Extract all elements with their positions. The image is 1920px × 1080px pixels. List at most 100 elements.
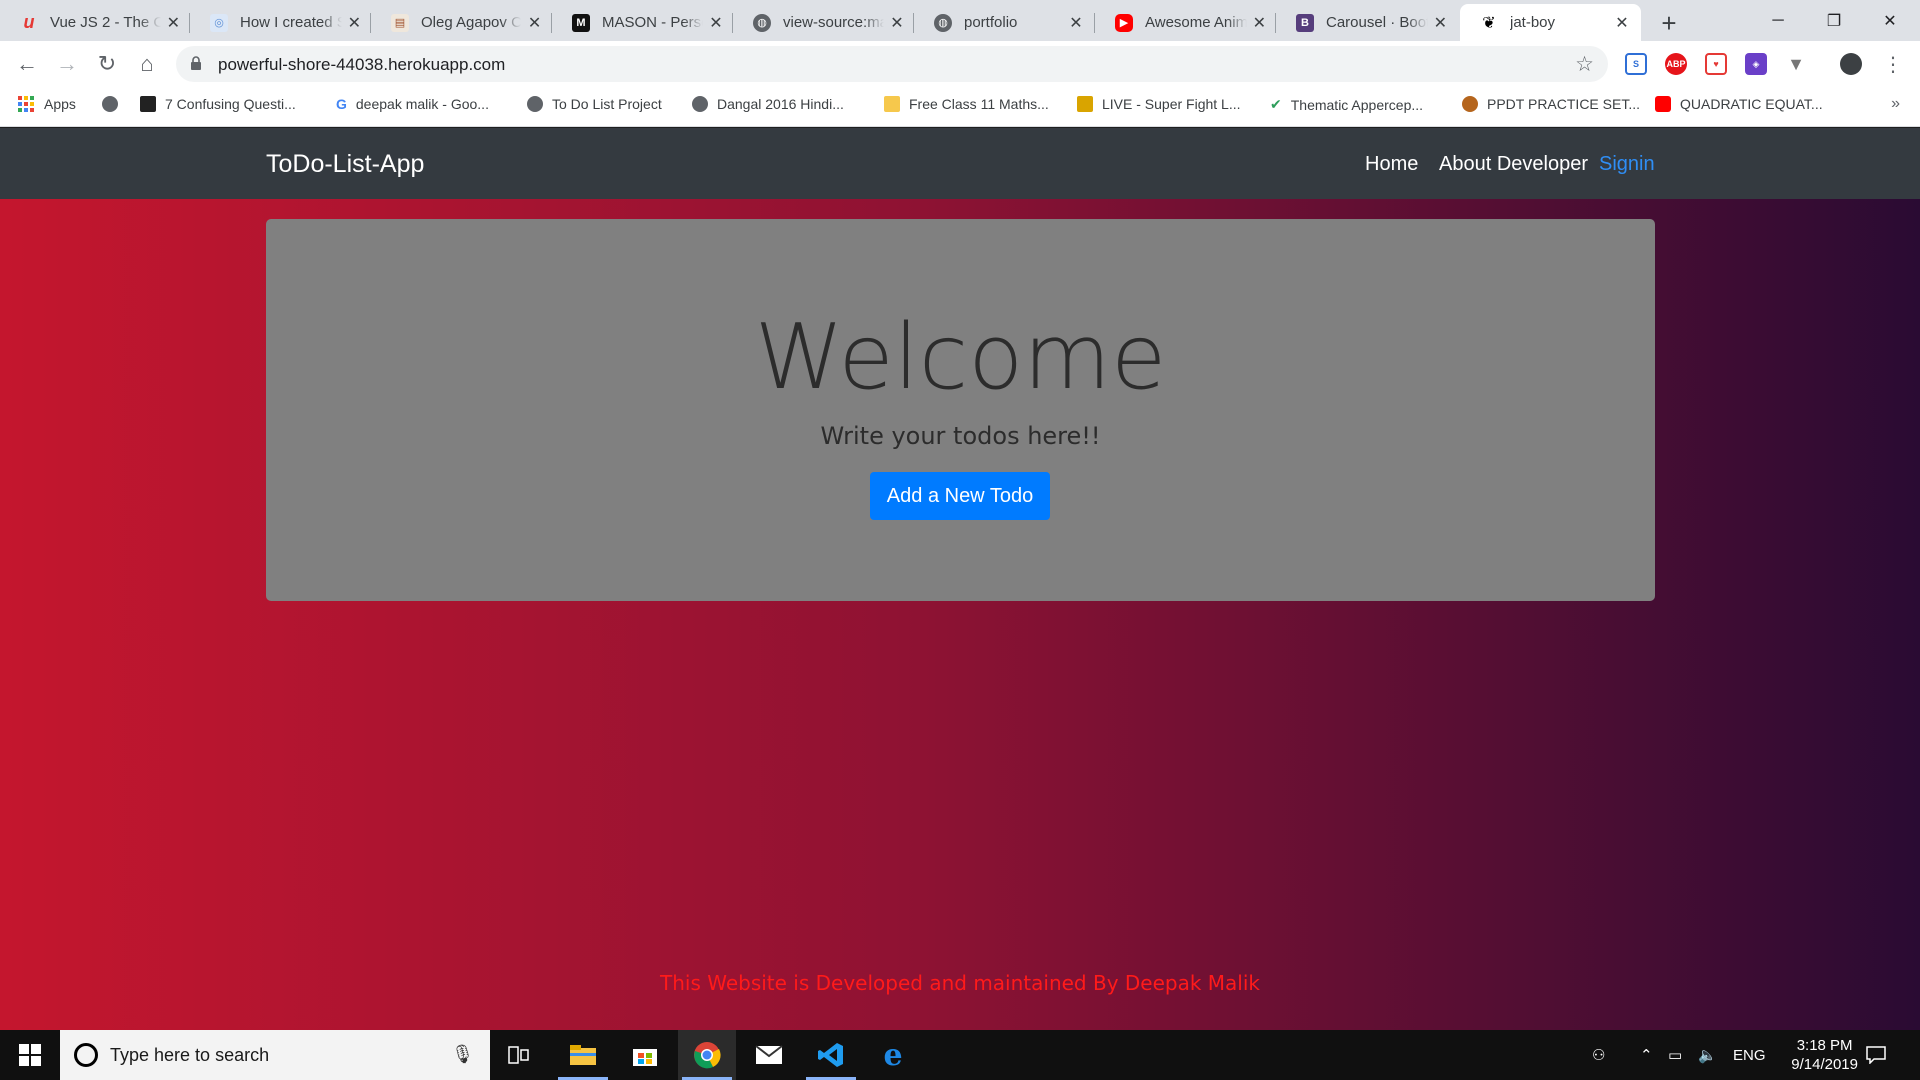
bookmark-label: Apps (44, 96, 76, 112)
new-tab-icon[interactable]: + (1654, 8, 1684, 39)
browser-tab[interactable]: M MASON - Personal ✕ (552, 4, 733, 41)
site-navbar: ToDo-List-App Home About Developer Signi… (0, 128, 1920, 199)
close-icon[interactable]: ✕ (167, 13, 180, 33)
browser-toolbar: ← → ↻ ⌂ powerful-shore-44038.herokuapp.c… (0, 41, 1920, 87)
tray-chevron-icon[interactable]: ⌃ (1640, 1030, 1653, 1080)
tab-title: Carousel · Bootstrap (1326, 14, 1428, 31)
tab-strip: u Vue JS 2 - The Complete Guide ✕ ◎ How … (0, 0, 1920, 41)
close-icon[interactable]: ✕ (709, 13, 723, 33)
bookmark-item[interactable]: Dangal 2016 Hindi... (692, 96, 844, 112)
site-favicon-icon (1462, 96, 1478, 112)
restore-icon[interactable]: ❐ (1806, 0, 1862, 41)
people-icon[interactable]: ⚇ (1592, 1030, 1605, 1080)
jumbotron-lead: Write your todos here!! (820, 422, 1101, 450)
bookmark-star-icon[interactable]: ☆ (1575, 52, 1594, 77)
bookmark-item[interactable]: PPDT PRACTICE SET... (1462, 96, 1640, 112)
nav-about-link[interactable]: About Developer (1439, 153, 1588, 176)
extension-v-icon[interactable]: ▼ (1785, 53, 1807, 75)
browser-tab[interactable]: u Vue JS 2 - The Complete Guide ✕ (0, 4, 190, 41)
bookmarks-overflow-icon[interactable]: » (1891, 95, 1900, 113)
hat-favicon-icon: ❦ (1482, 14, 1496, 32)
tab-title: How I created Stunning (240, 14, 342, 31)
close-icon[interactable]: ✕ (348, 13, 361, 33)
welcome-heading: Welcome (754, 305, 1167, 410)
tab-title: Vue JS 2 - The Complete Guide (50, 14, 161, 31)
youtube-icon (1655, 96, 1671, 112)
close-icon[interactable]: ✕ (527, 13, 542, 33)
bookmark-item[interactable]: QUADRATIC EQUAT... (1655, 96, 1823, 112)
window-close-icon[interactable]: ✕ (1862, 0, 1918, 41)
bookmark-label: Free Class 11 Maths... (909, 96, 1049, 112)
edge-icon[interactable]: e (864, 1030, 922, 1080)
bookmark-label: Thematic Appercep... (1290, 96, 1424, 113)
globe-favicon-icon: ◍ (753, 13, 771, 32)
close-icon[interactable]: ✕ (1613, 13, 1631, 33)
minimize-icon[interactable]: ─ (1750, 0, 1806, 41)
bookmark-label: QUADRATIC EQUAT... (1680, 96, 1823, 112)
bookmark-item[interactable]: ✔ Thematic Appercep... (1270, 96, 1423, 113)
taskbar-search-box[interactable]: Type here to search 🎙 (60, 1030, 490, 1080)
site-favicon-icon (1077, 96, 1093, 112)
tab-title: portfolio (964, 14, 1018, 31)
forward-icon[interactable]: → (52, 49, 82, 79)
chrome-icon[interactable] (678, 1030, 736, 1080)
task-view-icon[interactable] (490, 1030, 548, 1080)
back-icon[interactable]: ← (12, 49, 42, 79)
menu-kebab-icon[interactable]: ⋮ (1878, 49, 1908, 79)
globe-favicon-icon: ◎ (210, 13, 228, 32)
add-new-todo-button[interactable]: Add a New Todo (870, 472, 1050, 520)
microsoft-store-icon[interactable] (616, 1030, 674, 1080)
browser-tab[interactable]: ◍ portfolio ✕ (914, 4, 1095, 41)
youtube-favicon-icon: ▶ (1115, 13, 1133, 32)
globe-icon (102, 96, 118, 112)
nav-home-link[interactable]: Home (1365, 153, 1418, 176)
checkmark-icon: ✔ (1270, 96, 1282, 112)
bookmark-item[interactable]: Free Class 11 Maths... (884, 96, 1049, 112)
bookmark-apps[interactable]: Apps (18, 96, 76, 112)
browser-tab[interactable]: ▤ Oleg Agapov Cool ✕ (371, 4, 552, 41)
bookmark-item[interactable]: LIVE - Super Fight L... (1077, 96, 1241, 112)
bookmark-label: PPDT PRACTICE SET... (1487, 96, 1640, 112)
site-favicon-icon (884, 96, 900, 112)
language-indicator[interactable]: ENG (1733, 1030, 1766, 1080)
vue-favicon-icon: u (23, 12, 35, 32)
system-clock[interactable]: 3:18 PM 9/14/2019 (1791, 1036, 1858, 1074)
bookmark-item[interactable]: To Do List Project (527, 96, 662, 112)
bookmark-item[interactable]: G deepak malik - Goo... (336, 96, 489, 112)
home-icon[interactable]: ⌂ (132, 49, 162, 79)
close-icon[interactable]: ✕ (1253, 13, 1266, 33)
bookmark-item[interactable]: 7 Confusing Questi... (140, 96, 296, 112)
url-text: powerful-shore-44038.herokuapp.com (218, 55, 506, 74)
adblock-plus-icon[interactable]: ABP (1665, 53, 1687, 75)
extension-icon[interactable]: ◈ (1745, 53, 1767, 75)
tab-title: view-source:mason (783, 14, 884, 31)
browser-tab-active[interactable]: ❦ jat-boy ✕ (1460, 4, 1641, 41)
close-icon[interactable]: ✕ (890, 13, 904, 33)
browser-tab[interactable]: ◎ How I created Stunning ✕ (190, 4, 371, 41)
volume-icon[interactable]: 🔈 (1698, 1030, 1717, 1080)
bookmark-globe[interactable] (102, 96, 127, 112)
vscode-icon[interactable] (802, 1030, 860, 1080)
pocket-icon[interactable]: ♥ (1705, 53, 1727, 75)
close-icon[interactable]: ✕ (1434, 13, 1447, 33)
profile-avatar[interactable] (1840, 53, 1862, 75)
globe-icon (692, 96, 708, 112)
page-favicon-icon: ▤ (391, 13, 409, 32)
microphone-icon[interactable]: 🎙 (451, 1044, 474, 1065)
reload-icon[interactable]: ↻ (92, 49, 122, 79)
file-explorer-icon[interactable] (554, 1030, 612, 1080)
close-icon[interactable]: ✕ (1067, 13, 1085, 33)
bookmark-label: deepak malik - Goo... (355, 96, 489, 112)
notifications-icon[interactable] (1866, 1030, 1886, 1080)
browser-tab[interactable]: B Carousel · Bootstrap ✕ (1276, 4, 1457, 41)
windows-start-icon[interactable] (0, 1030, 60, 1080)
browser-tab[interactable]: ▶ Awesome Animations ✕ (1095, 4, 1276, 41)
address-bar[interactable]: powerful-shore-44038.herokuapp.com ☆ (176, 46, 1608, 82)
browser-tab[interactable]: ◍ view-source:mason ✕ (733, 4, 914, 41)
tab-title: Oleg Agapov Cool (421, 14, 522, 31)
site-brand[interactable]: ToDo-List-App (266, 150, 424, 179)
battery-icon[interactable]: ▭ (1668, 1030, 1682, 1080)
extension-icon[interactable]: S (1625, 53, 1647, 75)
mail-icon[interactable] (740, 1030, 798, 1080)
nav-signin-link[interactable]: Signin (1599, 153, 1655, 176)
